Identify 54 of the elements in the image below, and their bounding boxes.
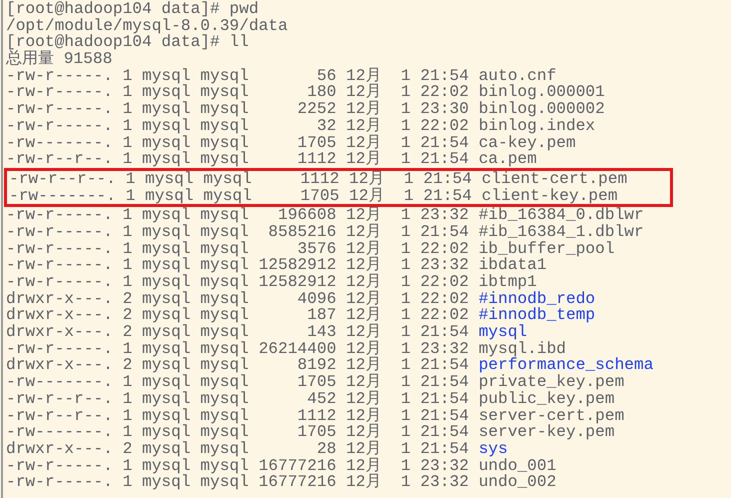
file-info: -rw-r-----. 1 mysql mysql 16777216 12月 1 23:32 — [6, 474, 470, 491]
file-info: -rw-r--r--. 1 mysql mysql 452 12月 1 21:54 — [6, 390, 470, 408]
file-name: auto.cnf — [478, 68, 556, 84]
file-name: private_key.pem — [478, 374, 624, 391]
file-name: client-cert.pem — [482, 170, 628, 188]
file-info: -rw-r-----. 1 mysql mysql 56 12月 1 21:54 — [6, 68, 470, 84]
file-name: ibdata1 — [478, 257, 547, 274]
file-name: #ib_16384_1.dblwr — [478, 224, 644, 241]
file-info: drwxr-x---. 2 mysql mysql 143 12月 1 21:54 — [6, 324, 470, 341]
file-info: -rw-r-----. 1 mysql mysql 2252 12月 1 23:30 — [6, 101, 470, 118]
file-info: drwxr-x---. 2 mysql mysql 28 12月 1 21:54 — [6, 440, 470, 458]
file-info: -rw-r--r--. 1 mysql mysql 1112 12月 1 21:54 — [6, 151, 470, 168]
file-info: -rw-r-----. 1 mysql mysql 32 12月 1 22:02 — [6, 118, 470, 134]
file-info: -rw-r--r--. 1 mysql mysql 1112 12月 1 21:54 — [6, 408, 470, 424]
file-info: -rw-r-----. 1 mysql mysql 12582912 12月 1 23:32 — [6, 257, 470, 274]
directory-name: #innodb_redo — [478, 290, 596, 308]
file-info: drwxr-x---. 2 mysql mysql 8192 12月 1 21:54 — [6, 357, 470, 374]
file-name: ca.pem — [478, 151, 537, 168]
file-info: -rw-------. 1 mysql mysql 1705 12月 1 21:54 — [9, 188, 473, 204]
file-name: binlog.000001 — [478, 84, 605, 102]
file-name: public_key.pem — [478, 390, 615, 408]
file-info: drwxr-x---. 2 mysql mysql 4096 12月 1 22:02 — [6, 290, 470, 308]
file-info: -rw-------. 1 mysql mysql 1705 12月 1 21:54 — [6, 134, 470, 152]
file-info: -rw-r-----. 1 mysql mysql 26214400 12月 1 23:32 — [6, 340, 470, 358]
file-info: -rw-r-----. 1 mysql mysql 8585216 12月 1 21:54 — [6, 224, 470, 241]
directory-name: performance_schema — [478, 357, 654, 374]
file-info: -rw-------. 1 mysql mysql 1705 12月 1 21:54 — [6, 374, 470, 391]
file-info: drwxr-x---. 2 mysql mysql 187 12月 1 22:02 — [6, 307, 470, 324]
file-name: undo_002 — [478, 474, 556, 491]
file-name: server-cert.pem — [478, 408, 624, 424]
file-name: binlog.index — [478, 118, 596, 134]
directory-name: mysql — [478, 324, 528, 341]
file-info: -rw-r-----. 1 mysql mysql 3576 12月 1 22:02 — [6, 240, 470, 258]
directory-name: #innodb_temp — [478, 307, 596, 324]
file-info: -rw-r-----. 1 mysql mysql 12582912 12月 1 22:02 — [6, 274, 470, 291]
terminal-line: [root@hadoop104 data]# ll — [6, 34, 249, 52]
file-name: #ib_16384_0.dblwr — [478, 207, 644, 224]
terminal-line: [root@hadoop104 data]# pwd — [6, 1, 259, 18]
file-name: undo_001 — [478, 458, 556, 474]
terminal-line: /opt/module/mysql-8.0.39/data — [6, 18, 288, 34]
directory-name: sys — [478, 440, 508, 458]
file-name: mysql.ibd — [478, 340, 566, 358]
file-name: binlog.000002 — [478, 101, 605, 118]
file-name: ca-key.pem — [478, 134, 576, 152]
file-name: ibtmp1 — [478, 274, 537, 291]
terminal-line: 总用量 91588 — [6, 51, 112, 68]
file-info: -rw-r-----. 1 mysql mysql 196608 12月 1 23:32 — [6, 207, 470, 224]
file-name: client-key.pem — [482, 188, 618, 204]
file-name: server-key.pem — [478, 424, 615, 441]
file-name: ib_buffer_pool — [478, 240, 615, 258]
file-info: -rw-------. 1 mysql mysql 1705 12月 1 21:54 — [6, 424, 470, 441]
file-info: -rw-r-----. 1 mysql mysql 180 12月 1 22:02 — [6, 84, 470, 102]
file-info: -rw-r--r--. 1 mysql mysql 1112 12月 1 21:54 — [9, 170, 473, 188]
file-info: -rw-r-----. 1 mysql mysql 16777216 12月 1 23:32 — [6, 458, 470, 474]
